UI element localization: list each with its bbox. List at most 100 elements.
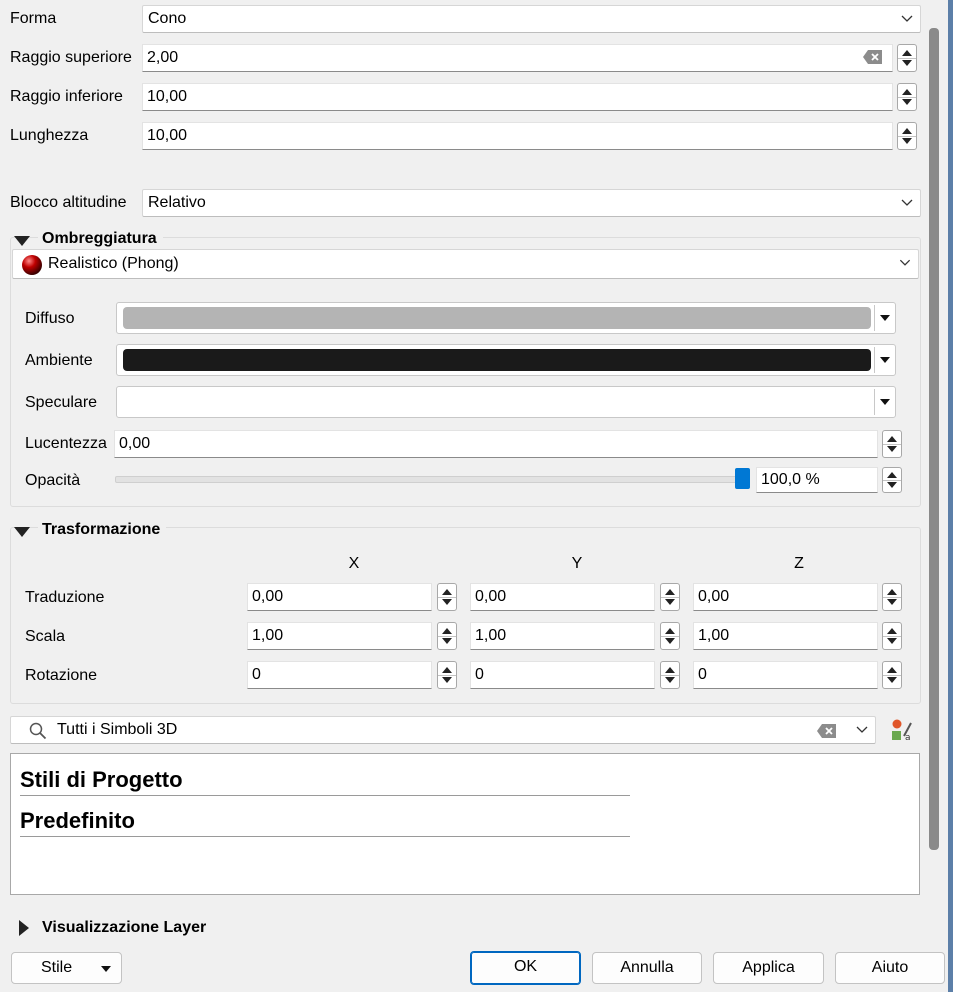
opacity-slider-track[interactable] — [115, 476, 749, 483]
style-menu-button[interactable]: Stile — [11, 952, 122, 984]
list-group-project-styles[interactable]: Stili di Progetto — [20, 765, 630, 796]
cancel-button[interactable]: Annulla — [592, 952, 702, 984]
ambient-swatch — [123, 349, 871, 371]
diffuse-color-button[interactable] — [116, 302, 896, 334]
shape-label: Forma — [10, 10, 57, 27]
ok-button[interactable]: OK — [470, 951, 581, 985]
axis-z-header: Z — [794, 555, 804, 572]
shading-title: Ombreggiatura — [38, 230, 163, 248]
translation-y-value: 0,00 — [475, 588, 507, 605]
collapse-triangle-icon[interactable] — [14, 527, 30, 537]
apply-button[interactable]: Applica — [713, 952, 824, 984]
altitude-clamp-label: Blocco altitudine — [10, 194, 127, 211]
window-border — [948, 0, 953, 992]
top-radius-label: Raggio superiore — [10, 49, 132, 66]
dropdown-arrow-icon — [880, 315, 890, 321]
scale-label: Scala — [25, 628, 66, 645]
scale-x-spin[interactable] — [437, 622, 457, 650]
style-manager-icon[interactable]: a — [890, 718, 914, 742]
axis-y-header: Y — [571, 555, 583, 572]
vertical-scrollbar[interactable] — [929, 28, 939, 850]
translation-x-value: 0,00 — [252, 588, 284, 605]
rotation-z-spin[interactable] — [882, 661, 902, 689]
shading-model-value: Realistico (Phong) — [48, 255, 179, 272]
ambient-color-button[interactable] — [116, 344, 896, 376]
chevron-down-icon — [901, 15, 913, 22]
translation-z-value: 0,00 — [698, 588, 730, 605]
rotation-y-value: 0 — [475, 666, 484, 683]
specular-color-button[interactable] — [116, 386, 896, 418]
shininess-spin[interactable] — [882, 430, 902, 458]
list-group-default[interactable]: Predefinito — [20, 806, 630, 837]
dropdown-arrow-icon — [880, 357, 890, 363]
length-input[interactable]: 10,00 — [142, 122, 893, 150]
svg-text:a: a — [905, 733, 911, 742]
altitude-clamp-value: Relativo — [148, 194, 206, 211]
rotation-x-spin[interactable] — [437, 661, 457, 689]
opacity-value: 100,0 % — [761, 471, 820, 488]
bottom-radius-label: Raggio inferiore — [10, 88, 123, 105]
transform-title: Trasformazione — [38, 521, 167, 539]
opacity-input[interactable]: 100,0 % — [756, 467, 878, 493]
rotation-z-input[interactable]: 0 — [693, 661, 878, 689]
scale-z-input[interactable]: 1,00 — [693, 622, 878, 650]
ambient-label: Ambiente — [25, 352, 93, 369]
dropdown-arrow-icon — [880, 399, 890, 405]
rotation-y-spin[interactable] — [660, 661, 680, 689]
sphere-icon — [22, 255, 42, 275]
shape-combo[interactable]: Cono — [142, 5, 921, 33]
length-spin[interactable] — [897, 122, 917, 150]
top-radius-spin[interactable] — [897, 44, 917, 72]
shininess-value: 0,00 — [119, 435, 151, 452]
dropdown-arrow-icon — [101, 966, 111, 972]
diffuse-swatch — [123, 307, 871, 329]
clear-icon[interactable] — [816, 723, 838, 739]
shininess-label: Lucentezza — [25, 435, 107, 452]
bottom-radius-input[interactable]: 10,00 — [142, 83, 893, 111]
altitude-clamp-combo[interactable]: Relativo — [142, 189, 921, 217]
shading-model-combo[interactable]: Realistico (Phong) — [12, 249, 919, 279]
search-icon — [29, 722, 47, 740]
translation-x-spin[interactable] — [437, 583, 457, 611]
length-value: 10,00 — [147, 127, 188, 144]
opacity-slider-handle[interactable] — [735, 468, 750, 489]
translation-label: Traduzione — [25, 589, 105, 606]
specular-label: Speculare — [25, 394, 98, 411]
rotation-x-input[interactable]: 0 — [247, 661, 432, 689]
scale-x-value: 1,00 — [252, 627, 284, 644]
translation-y-spin[interactable] — [660, 583, 680, 611]
translation-y-input[interactable]: 0,00 — [470, 583, 655, 611]
scale-y-value: 1,00 — [475, 627, 507, 644]
scale-y-input[interactable]: 1,00 — [470, 622, 655, 650]
bottom-radius-spin[interactable] — [897, 83, 917, 111]
symbol-filter-combo[interactable]: Tutti i Simboli 3D — [10, 716, 876, 744]
collapse-triangle-icon[interactable] — [14, 236, 30, 246]
opacity-label: Opacità — [25, 472, 81, 489]
shape-value: Cono — [148, 10, 187, 27]
translation-z-spin[interactable] — [882, 583, 902, 611]
scale-x-input[interactable]: 1,00 — [247, 622, 432, 650]
translation-z-input[interactable]: 0,00 — [693, 583, 878, 611]
top-radius-input[interactable]: 2,00 — [142, 44, 893, 72]
axis-x-header: X — [348, 555, 360, 572]
symbol-filter-value: Tutti i Simboli 3D — [57, 721, 178, 738]
chevron-down-icon — [901, 199, 913, 206]
scale-z-value: 1,00 — [698, 627, 730, 644]
chevron-down-icon — [856, 726, 868, 733]
clear-icon[interactable] — [862, 49, 884, 65]
translation-x-input[interactable]: 0,00 — [247, 583, 432, 611]
bottom-radius-value: 10,00 — [147, 88, 188, 105]
rotation-label: Rotazione — [25, 667, 98, 684]
shininess-input[interactable]: 0,00 — [114, 430, 878, 458]
scale-y-spin[interactable] — [660, 622, 680, 650]
opacity-spin[interactable] — [882, 467, 902, 493]
specular-swatch — [123, 391, 871, 413]
rotation-y-input[interactable]: 0 — [470, 661, 655, 689]
expand-triangle-icon[interactable] — [19, 920, 29, 936]
scale-z-spin[interactable] — [882, 622, 902, 650]
help-button[interactable]: Aiuto — [835, 952, 945, 984]
diffuse-label: Diffuso — [25, 310, 75, 327]
rotation-z-value: 0 — [698, 666, 707, 683]
style-button-label: Stile — [41, 959, 73, 976]
layer-rendering-title[interactable]: Visualizzazione Layer — [38, 919, 212, 937]
